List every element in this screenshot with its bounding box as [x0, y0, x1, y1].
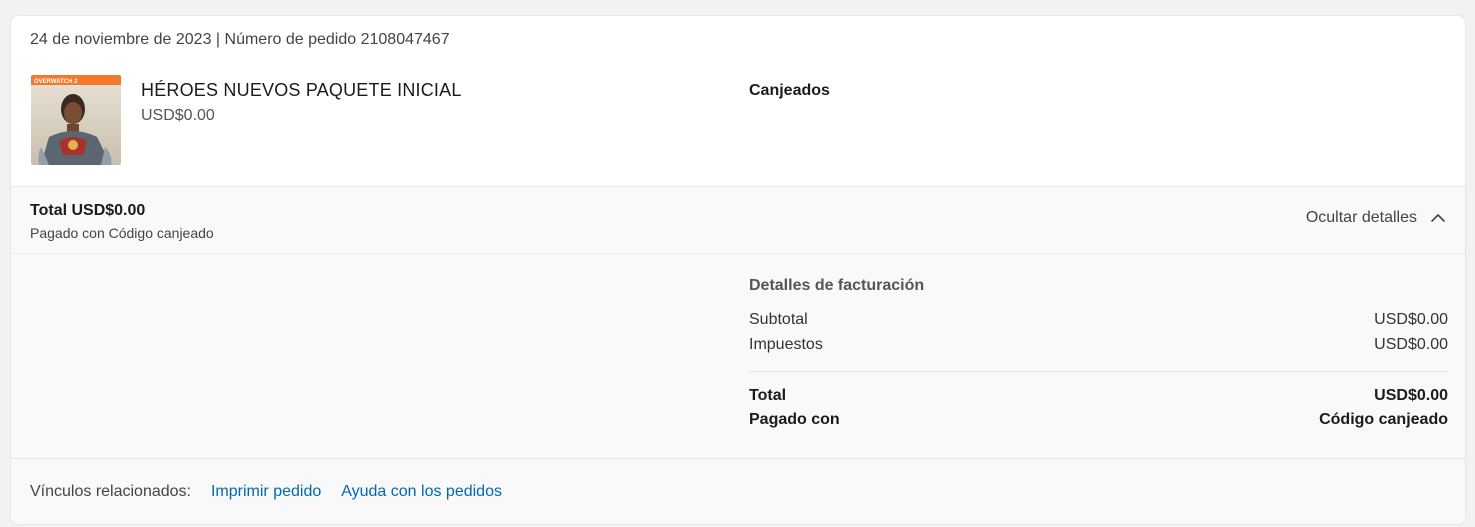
product-price: USD$0.00 — [141, 107, 215, 124]
order-help-link[interactable]: Ayuda con los pedidos — [341, 483, 502, 501]
cover-logo-text: OVERWATCH 2 — [34, 79, 78, 85]
billing-paid-label: Pagado con — [749, 411, 840, 428]
product-status: Canjeados — [749, 82, 830, 99]
billing-total-value: USD$0.00 — [1374, 387, 1448, 404]
hide-details-label: Ocultar detalles — [1305, 209, 1417, 226]
summary-paid-with: Pagado con Código canjeado — [30, 225, 214, 241]
order-header: 24 de noviembre de 2023 | Número de pedi… — [30, 31, 450, 48]
chevron-up-icon — [1431, 214, 1445, 222]
summary-bar: Total USD$0.00 Pagado con Código canjead… — [11, 187, 1465, 254]
billing-details: Detalles de facturación Subtotal USD$0.0… — [749, 277, 1448, 432]
product-name[interactable]: HÉROES NUEVOS PAQUETE INICIAL — [141, 80, 462, 101]
tax-row: Impuestos USD$0.00 — [749, 332, 1448, 357]
order-card: 24 de noviembre de 2023 | Número de pedi… — [10, 15, 1466, 525]
subtotal-label: Subtotal — [749, 311, 808, 328]
billing-paid-row: Pagado con Código canjeado — [749, 408, 1448, 432]
billing-title: Detalles de facturación — [749, 277, 925, 294]
billing-paid-value: Código canjeado — [1319, 411, 1448, 428]
game-cover-art: OVERWATCH 2 — [31, 75, 121, 165]
tax-label: Impuestos — [749, 336, 823, 353]
hide-details-button[interactable]: Ocultar detalles — [1306, 209, 1447, 227]
order-summary: Total USD$0.00 Pagado con Código canjead… — [11, 186, 1465, 459]
related-links-footer: Vínculos relacionados: Imprimir pedido A… — [11, 458, 1465, 524]
related-links-label: Vínculos relacionados: — [30, 483, 191, 500]
tax-value: USD$0.00 — [1374, 336, 1448, 353]
billing-divider — [749, 371, 1448, 372]
billing-total-label: Total — [749, 387, 787, 404]
subtotal-row: Subtotal USD$0.00 — [749, 307, 1448, 332]
billing-total-row: Total USD$0.00 — [749, 384, 1448, 408]
print-order-link[interactable]: Imprimir pedido — [211, 483, 321, 501]
game-cover-image[interactable]: OVERWATCH 2 — [31, 75, 121, 165]
summary-total: Total USD$0.00 — [30, 202, 146, 219]
subtotal-value: USD$0.00 — [1374, 311, 1448, 328]
